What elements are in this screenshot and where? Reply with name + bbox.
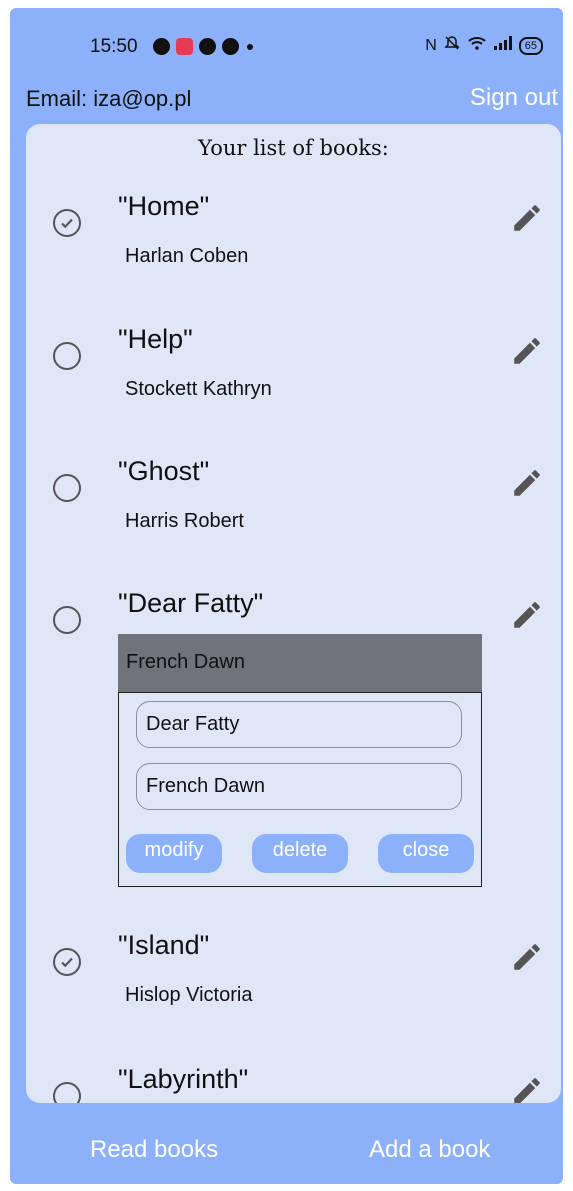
list-item: "Labyrinth" [26,1064,561,1103]
checkmark-icon [61,957,73,968]
mute-icon [443,35,460,56]
read-checkbox[interactable] [53,209,81,237]
author-field[interactable] [136,763,462,810]
list-item: "Ghost" Harris Robert [26,456,561,576]
book-title: "Labyrinth" [118,1064,249,1094]
book-author: Harris Robert [125,510,244,532]
book-title: "Home" [118,191,210,221]
read-books-button[interactable]: Read books [90,1136,218,1164]
nfc-icon: Ν [425,36,437,54]
book-title: "Dear Fatty" [118,588,264,618]
book-list-card: Your list of books: "Home" Harlan Coben … [26,124,561,1103]
app-screen: 15:50 Ν 65 Email: iza@op.pl Sign out You… [10,8,563,1184]
read-checkbox[interactable] [53,1082,81,1103]
notification-icons [153,38,253,55]
pencil-icon[interactable] [510,1074,544,1103]
read-checkbox[interactable] [53,606,81,634]
pencil-icon[interactable] [510,466,544,500]
pinterest-icon [199,38,216,55]
record-icon [176,38,193,55]
face-icon [153,38,170,55]
list-item: "Home" Harlan Coben [26,191,561,311]
signal-icon [493,36,512,55]
modify-button[interactable]: modify [126,834,222,873]
list-item: "Help" Stockett Kathryn [26,324,561,444]
sign-out-button[interactable]: Sign out [470,84,558,112]
add-book-button[interactable]: Add a book [369,1136,490,1164]
status-time: 15:50 [90,36,138,57]
book-author: Harlan Coben [125,245,249,267]
pencil-icon[interactable] [510,201,544,235]
arrow-icon [222,38,239,55]
read-checkbox[interactable] [53,342,81,370]
read-checkbox[interactable] [53,474,81,502]
book-author: Hislop Victoria [125,984,253,1006]
book-title: "Ghost" [118,456,210,486]
edit-book-panel: modify delete close [118,692,482,887]
pencil-icon[interactable] [510,334,544,368]
book-title: "Island" [118,930,210,960]
system-icons: Ν 65 [425,35,543,56]
pencil-icon[interactable] [510,940,544,974]
book-author-selected: French Dawn [118,634,482,692]
pencil-icon[interactable] [510,598,544,632]
book-title: "Help" [118,324,193,354]
title-field[interactable] [136,701,462,748]
user-email: Email: iza@op.pl [26,86,192,111]
more-dot-icon [247,43,253,50]
wifi-icon [467,35,487,56]
list-title: Your list of books: [198,136,389,160]
delete-button[interactable]: delete [252,834,348,873]
battery-icon: 65 [518,36,543,55]
close-button[interactable]: close [378,834,474,873]
list-item: "Island" Hislop Victoria [26,930,561,1050]
status-bar: 15:50 Ν 65 [10,8,563,78]
book-author: Stockett Kathryn [125,378,272,400]
checkmark-icon [61,218,73,229]
read-checkbox[interactable] [53,948,81,976]
